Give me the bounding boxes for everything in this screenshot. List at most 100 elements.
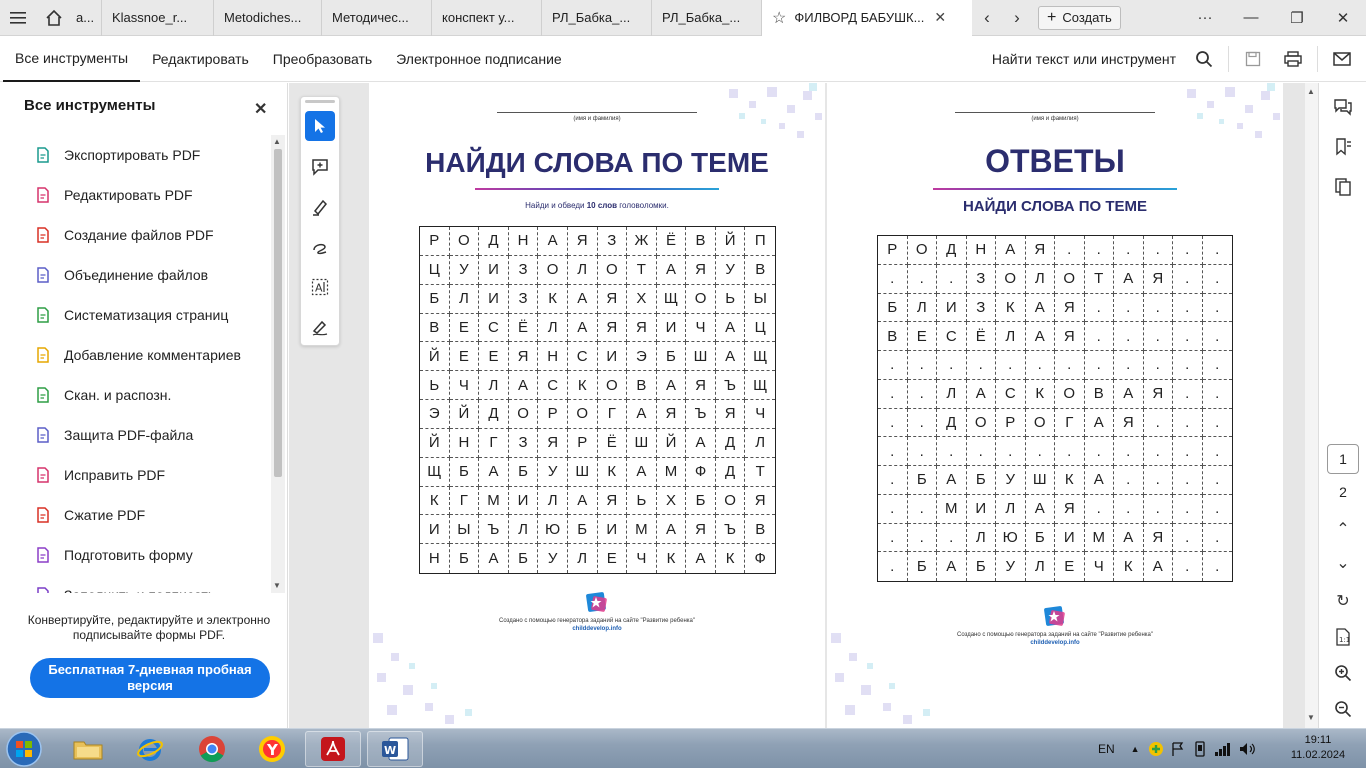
tool-item[interactable]: Объединение файлов (0, 255, 270, 295)
acrobat-reader-icon[interactable] (305, 731, 361, 767)
print-icon[interactable] (1273, 39, 1313, 79)
toolbar-grip[interactable] (305, 100, 335, 103)
text-recognition-icon[interactable]: A (305, 272, 335, 302)
tray-expand-icon[interactable]: ▲ (1131, 744, 1140, 754)
close-tab-icon[interactable]: ✕ (934, 9, 946, 26)
highlight-pen-icon[interactable] (305, 192, 335, 222)
find-tool-label[interactable]: Найти текст или инструмент (992, 51, 1176, 67)
grid-cell: . (1114, 236, 1144, 265)
tab-partial[interactable]: a... (72, 0, 102, 36)
menu-convert[interactable]: Преобразовать (261, 36, 384, 82)
page-thumbnails-icon[interactable] (1331, 175, 1355, 199)
restore-icon[interactable]: ❐ (1274, 0, 1320, 36)
action-center-flag-icon[interactable] (1170, 741, 1186, 757)
document-scrollbar[interactable]: ▲ ▼ (1305, 83, 1318, 728)
tool-item[interactable]: Скан. и распозн. (0, 375, 270, 415)
clock[interactable]: 19:11 11.02.2024 (1278, 733, 1358, 763)
tab-metodiches-cyr[interactable]: Методичес... (322, 0, 432, 36)
scrollbar-thumb[interactable] (274, 149, 282, 477)
more-options-icon[interactable]: ··· (1182, 0, 1228, 36)
title-underline (933, 188, 1177, 190)
credit-site-link[interactable]: childdevelop.info (827, 639, 1283, 647)
page-1-indicator[interactable]: 1 (1327, 444, 1359, 474)
start-button-icon[interactable] (4, 730, 44, 768)
device-icon[interactable] (1192, 741, 1208, 757)
tab-konspekt[interactable]: конспект у... (432, 0, 542, 36)
zoom-in-icon[interactable] (1331, 661, 1355, 685)
tool-item[interactable]: Подготовить форму (0, 535, 270, 575)
zoom-out-icon[interactable] (1331, 697, 1355, 721)
tool-item[interactable]: Редактировать PDF (0, 175, 270, 215)
select-tool-icon[interactable] (305, 111, 335, 141)
tab-rl-babka-1[interactable]: РЛ_Бабка_... (542, 0, 652, 36)
word-icon[interactable]: W (367, 731, 423, 767)
tool-item[interactable]: Добавление комментариев (0, 335, 270, 375)
signal-icon[interactable] (1214, 741, 1232, 757)
tab-active-filvord[interactable]: ☆ ФИЛВОРД БАБУШК... ✕ (762, 0, 972, 36)
grid-cell: Е (1055, 552, 1085, 581)
tool-item[interactable]: Систематизация страниц (0, 295, 270, 335)
add-comment-icon[interactable] (305, 152, 335, 182)
rotate-icon[interactable]: ↻ (1331, 589, 1355, 613)
grid-cell: Б (449, 457, 480, 487)
tool-item[interactable]: Защита PDF-файла (0, 415, 270, 455)
document-view[interactable]: (имя и фамилия) НАЙДИ СЛОВА ПО ТЕМЕ Найд… (289, 83, 1305, 728)
menu-edit[interactable]: Редактировать (140, 36, 261, 82)
credit-line: Создано с помощью генератора заданий на … (498, 618, 695, 624)
file-explorer-icon[interactable] (60, 731, 116, 767)
save-icon[interactable] (1233, 39, 1273, 79)
tool-item[interactable]: Исправить PDF (0, 455, 270, 495)
star-icon[interactable]: ☆ (772, 8, 786, 28)
tool-item[interactable]: Заполнить и подписать (0, 575, 270, 593)
sign-tool-icon[interactable] (305, 312, 335, 342)
menu-all-tools[interactable]: Все инструменты (3, 36, 141, 82)
tab-scroll-left-icon[interactable]: ‹ (972, 0, 1002, 36)
tool-item[interactable]: Сжатие PDF (0, 495, 270, 535)
minimize-icon[interactable]: — (1228, 0, 1274, 36)
internet-explorer-icon[interactable] (122, 731, 178, 767)
scroll-up-icon[interactable]: ▲ (1307, 87, 1315, 96)
language-indicator[interactable]: EN (1098, 742, 1115, 756)
grid-cell: З (597, 227, 628, 256)
grid-cell: Т (627, 255, 657, 285)
scroll-down-icon[interactable]: ▼ (1307, 713, 1315, 722)
grid-cell: О (508, 400, 539, 429)
menu-esign[interactable]: Электронное подписание (384, 36, 574, 82)
mail-icon[interactable] (1322, 39, 1362, 79)
scroll-up-icon[interactable]: ▲ (273, 137, 281, 146)
grid-cell: О (538, 255, 568, 285)
tab-klassnoe[interactable]: Klassnoe_r... (102, 0, 214, 36)
previous-page-icon[interactable]: ⌃ (1331, 517, 1355, 541)
comments-icon[interactable] (1331, 95, 1355, 119)
free-trial-button[interactable]: Бесплатная 7-дневная пробная версия (30, 658, 270, 698)
tab-rl-babka-2[interactable]: РЛ_Бабка_... (652, 0, 762, 36)
grid-cell: Л (907, 293, 937, 323)
close-panel-icon[interactable]: ✕ (254, 99, 267, 119)
grid-cell: . (1202, 322, 1232, 351)
search-icon[interactable] (1184, 39, 1224, 79)
tab-scroll-right-icon[interactable]: › (1002, 0, 1032, 36)
page-2-indicator[interactable]: 2 (1327, 477, 1359, 507)
yandex-browser-icon[interactable]: Y (244, 731, 300, 767)
tab-metodiches-latin[interactable]: Metodiches... (214, 0, 322, 36)
grid-cell: . (907, 494, 937, 524)
scroll-down-icon[interactable]: ▼ (273, 581, 281, 590)
tool-list-scrollbar[interactable]: ▲ ▼ (271, 135, 285, 593)
grid-cell: Я (745, 487, 775, 516)
tool-item[interactable]: Создание файлов PDF (0, 215, 270, 255)
network-plus-icon[interactable] (1148, 741, 1164, 757)
bookmarks-icon[interactable] (1331, 135, 1355, 159)
volume-icon[interactable] (1238, 741, 1256, 757)
home-icon[interactable] (36, 0, 72, 36)
hamburger-menu-icon[interactable] (0, 0, 36, 36)
close-window-icon[interactable]: ✕ (1320, 0, 1366, 36)
create-button[interactable]: + Создать (1038, 5, 1121, 30)
draw-freehand-icon[interactable] (305, 232, 335, 262)
page-size-icon[interactable]: 1:1 (1331, 625, 1355, 649)
grid-cell: Э (627, 342, 657, 372)
grid-cell: И (597, 515, 628, 545)
next-page-icon[interactable]: ⌄ (1331, 551, 1355, 575)
tool-item[interactable]: Экспортировать PDF (0, 135, 270, 175)
chrome-icon[interactable] (184, 731, 240, 767)
credit-site-link[interactable]: childdevelop.info (369, 625, 825, 633)
